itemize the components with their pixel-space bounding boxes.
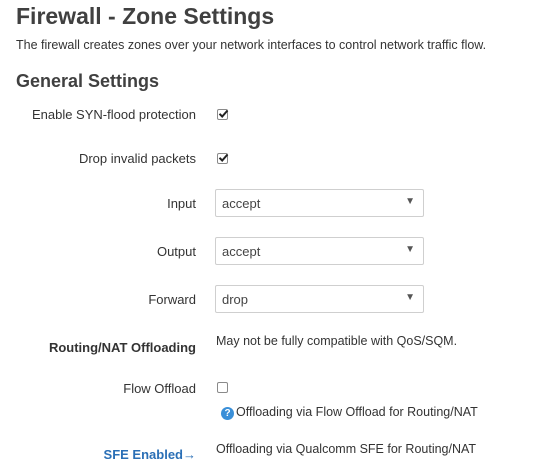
question-icon[interactable]: ? xyxy=(221,407,234,420)
routing-nat-label: Routing/NAT Offloading xyxy=(48,340,196,355)
input-policy-label: Input xyxy=(167,196,196,211)
sfe-note: Offloading via Qualcomm SFE for Routing/… xyxy=(216,442,477,456)
section-title-general-settings: General Settings xyxy=(16,71,160,91)
output-policy-value: accept xyxy=(222,244,261,259)
forward-policy-label: Forward xyxy=(148,292,196,307)
caret-down-icon: ▼ xyxy=(405,244,415,255)
forward-policy-select[interactable]: drop ▼ xyxy=(215,285,424,313)
input-policy-value: accept xyxy=(222,196,261,211)
output-policy-select[interactable]: accept ▼ xyxy=(215,237,424,265)
drop-invalid-label: Drop invalid packets xyxy=(78,151,196,166)
drop-invalid-checkbox[interactable] xyxy=(217,153,229,164)
flow-offload-label: Flow Offload xyxy=(123,381,196,396)
input-policy-select[interactable]: accept ▼ xyxy=(215,189,424,217)
syn-flood-label: Enable SYN-flood protection xyxy=(31,107,196,122)
sfe-enabled-label[interactable]: SFE Enabled→ xyxy=(104,447,196,462)
checkmark-icon xyxy=(218,109,229,118)
flow-offload-checkbox[interactable] xyxy=(217,382,228,393)
routing-nat-note: May not be fully compatible with QoS/SQM… xyxy=(216,334,458,348)
checkmark-icon xyxy=(218,153,229,162)
page-description: The firewall creates zones over your net… xyxy=(16,38,487,52)
syn-flood-checkbox[interactable] xyxy=(217,109,229,120)
flow-offload-help: Offloading via Flow Offload for Routing/… xyxy=(236,405,478,419)
forward-policy-value: drop xyxy=(222,292,249,307)
caret-down-icon: ▼ xyxy=(405,196,415,207)
page-title: Firewall - Zone Settings xyxy=(16,3,275,29)
output-policy-label: Output xyxy=(156,244,196,259)
caret-down-icon: ▼ xyxy=(405,292,415,303)
